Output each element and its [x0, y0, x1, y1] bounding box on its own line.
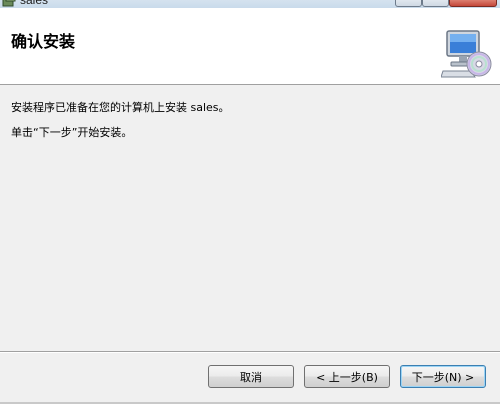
- instruction-message: 单击“下一步”开始安装。: [11, 126, 133, 139]
- ready-message: 安装程序已准备在您的计算机上安装 sales。: [11, 101, 230, 114]
- maximize-button[interactable]: [422, 0, 449, 7]
- next-button[interactable]: 下一步(N) >: [400, 365, 486, 388]
- back-button[interactable]: < 上一步(B): [304, 365, 390, 388]
- close-button[interactable]: [449, 0, 497, 7]
- cancel-button[interactable]: 取消: [208, 365, 294, 388]
- window-title: sales: [20, 0, 49, 7]
- title-bar: sales: [0, 0, 500, 8]
- page-title: 确认安装: [11, 32, 76, 51]
- minimize-button[interactable]: [395, 0, 422, 7]
- header-banner: 确认安装: [0, 8, 500, 85]
- app-icon: [2, 0, 16, 7]
- computer-disc-icon: [441, 30, 492, 78]
- content-area: 安装程序已准备在您的计算机上安装 sales。 单击“下一步”开始安装。: [0, 86, 500, 350]
- divider-highlight: [0, 352, 500, 353]
- installer-window: sales 确认安装 安装程序已准备在您的计算机上安装 sales。 单击“下一…: [0, 0, 500, 404]
